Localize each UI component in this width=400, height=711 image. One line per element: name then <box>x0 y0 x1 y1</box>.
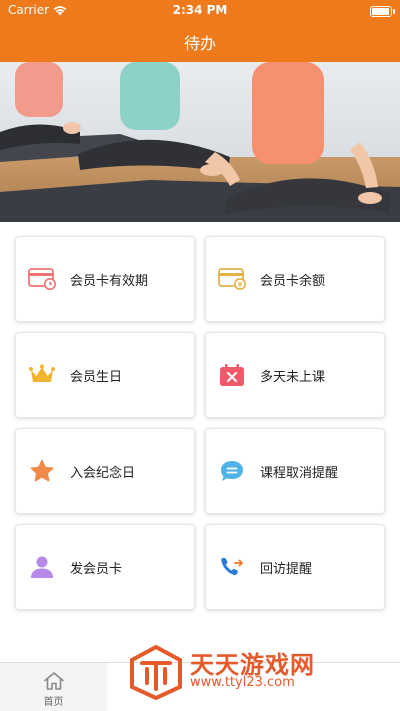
card-course-cancel[interactable]: 课程取消提醒 <box>205 428 385 514</box>
header-bar: Carrier 2:34 PM 待办 <box>0 0 400 62</box>
card-label: 多天未上课 <box>260 369 326 385</box>
chat-bubble-icon <box>218 457 246 485</box>
yoga-banner-image <box>0 62 400 222</box>
card-absent-days[interactable]: 多天未上课 <box>205 332 385 418</box>
page-title: 待办 <box>183 34 216 53</box>
card-join-anniversary[interactable]: 入会纪念日 <box>15 428 195 514</box>
phone-icon <box>218 553 246 581</box>
card-balance[interactable]: 会员卡余额 <box>205 236 385 322</box>
card-member-birthday[interactable]: 会员生日 <box>15 332 195 418</box>
star-icon <box>28 457 56 485</box>
card-label: 发会员卡 <box>70 561 123 577</box>
card-label: 会员卡有效期 <box>70 273 149 289</box>
todo-grid: 会员卡有效期 会员卡余额 会员生日 多天未上课 入会纪念日 课程取消提醒 发会员… <box>15 236 385 610</box>
card-label: 会员生日 <box>70 369 123 385</box>
battery-icon <box>370 6 395 17</box>
status-bar: Carrier 2:34 PM <box>0 0 400 22</box>
calendar-x-icon <box>218 361 246 389</box>
card-clock-icon <box>28 265 56 293</box>
status-time: 2:34 PM <box>172 3 228 17</box>
card-label: 入会纪念日 <box>70 465 136 481</box>
watermark-url: www.ttyl23.com <box>190 675 295 690</box>
tab-home[interactable]: 首页 <box>0 663 107 711</box>
tab-home-label: 首页 <box>43 697 64 708</box>
home-icon <box>43 672 64 690</box>
battery-level <box>372 8 389 15</box>
card-label: 会员卡余额 <box>260 273 326 289</box>
watermark-logo: 天天游戏网 www.ttyl23.com <box>128 645 358 700</box>
watermark-emblem-icon <box>130 645 182 700</box>
card-follow-up[interactable]: 回访提醒 <box>205 524 385 610</box>
person-icon <box>28 553 56 581</box>
card-issue-card[interactable]: 发会员卡 <box>15 524 195 610</box>
crown-icon <box>28 361 56 389</box>
card-membership-expiry[interactable]: 会员卡有效期 <box>15 236 195 322</box>
card-label: 回访提醒 <box>260 561 313 577</box>
card-coin-icon <box>218 265 246 293</box>
card-label: 课程取消提醒 <box>260 465 339 481</box>
